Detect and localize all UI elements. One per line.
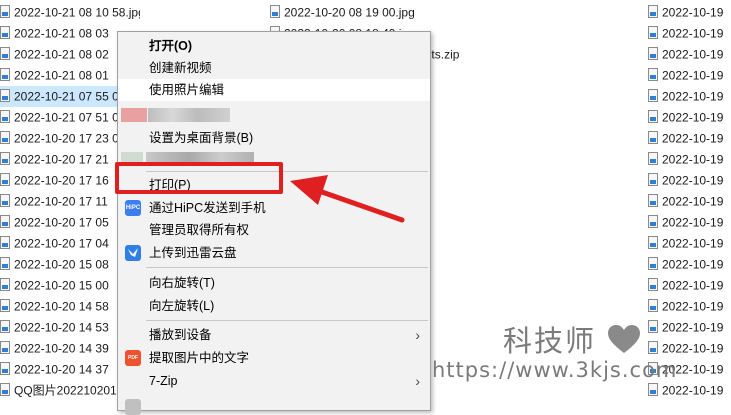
watermark-brand-text: 科技师 (503, 324, 597, 358)
watermark-brand: 科技师 (503, 318, 641, 360)
menu-item-icon (125, 399, 141, 415)
watermark-url: https://www.3kjs.com (432, 358, 678, 382)
heart-icon (607, 324, 641, 358)
